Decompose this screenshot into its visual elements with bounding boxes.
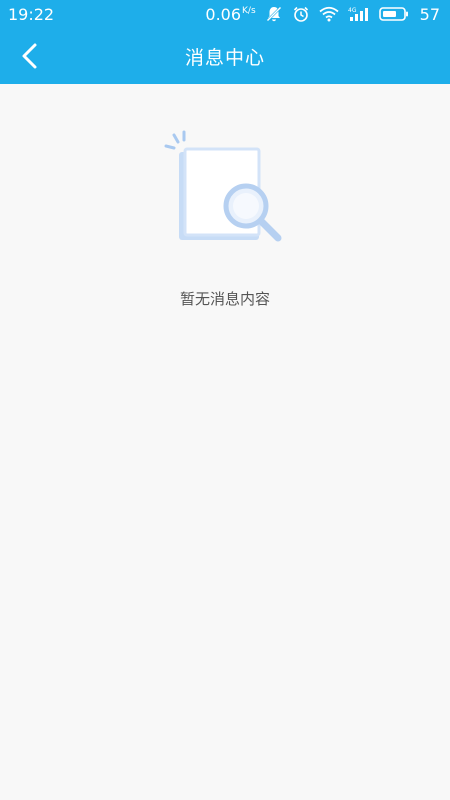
- battery-level: 57: [419, 4, 440, 24]
- network-speed: 0.06K/s: [205, 5, 255, 24]
- network-type-label: 4G: [348, 7, 357, 14]
- wifi-icon: [319, 6, 339, 22]
- notifications-off-icon: [265, 5, 283, 23]
- 4g-signal-icon: 4G: [348, 6, 370, 22]
- app-bar: 消息中心: [0, 28, 450, 84]
- alarm-icon: [292, 5, 310, 23]
- network-speed-unit: K/s: [242, 6, 256, 17]
- status-icons: 0.06K/s 4G 57: [205, 5, 440, 24]
- empty-message: 暂无消息内容: [179, 290, 270, 308]
- status-time: 19:22: [8, 4, 55, 24]
- battery-icon: [378, 7, 409, 21]
- network-speed-value: 0.06: [205, 4, 242, 24]
- chevron-left-icon: [22, 43, 37, 69]
- status-bar: 19:22 0.06K/s 4G 57: [0, 0, 450, 28]
- message-list-empty: 暂无消息内容: [0, 84, 450, 800]
- page-title: 消息中心: [184, 46, 265, 69]
- back-button[interactable]: [10, 36, 50, 76]
- document-search-icon: [160, 130, 290, 250]
